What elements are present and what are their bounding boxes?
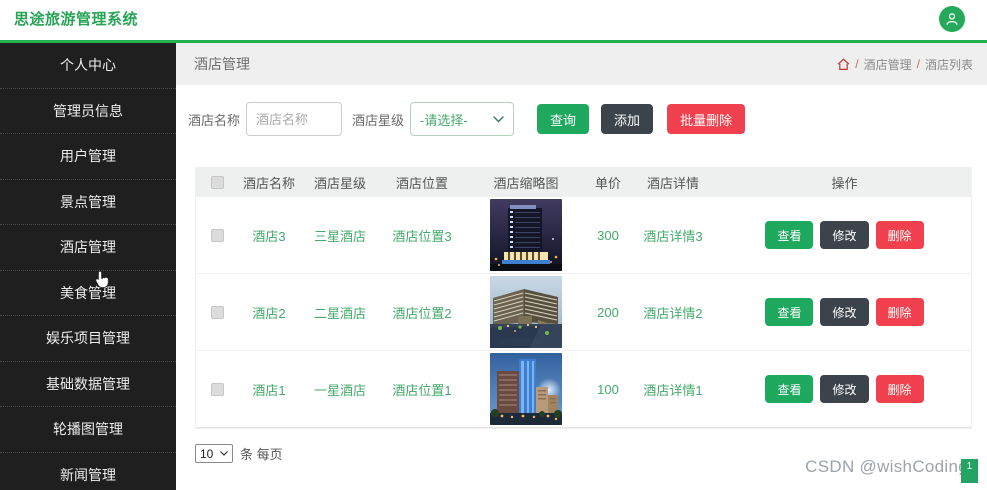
search-button[interactable]: 查询 xyxy=(537,104,590,134)
top-header-bar: 思途旅游管理系统 xyxy=(0,0,987,43)
delete-button[interactable]: 删除 xyxy=(875,298,924,326)
table-row: 酒店2 二星酒店 酒店位置2 200 酒店详情2 查看 修改 删除 xyxy=(196,274,971,351)
hotel-name-cell: 酒店2 xyxy=(252,305,286,321)
page-title: 酒店管理 xyxy=(194,56,250,72)
breadcrumb-item-hotel-list[interactable]: 酒店列表 xyxy=(925,56,973,73)
sidebar-item-profile[interactable]: 个人中心 xyxy=(0,43,176,89)
hotel-location-cell: 酒店位置1 xyxy=(392,382,452,398)
table-row: 酒店3 三星酒店 酒店位置3 300 酒店详情3 查看 修改 删除 xyxy=(196,197,971,274)
col-header-star: 酒店星级 xyxy=(313,175,366,191)
page-size-suffix: 条 每页 xyxy=(240,447,283,462)
hotel-location-cell: 酒店位置2 xyxy=(392,305,452,321)
row-checkbox[interactable] xyxy=(210,228,224,242)
sidebar-item-users[interactable]: 用户管理 xyxy=(0,134,176,180)
breadcrumb-item-hotel-mgmt[interactable]: 酒店管理 xyxy=(864,56,912,73)
table-header-row: 酒店名称 酒店星级 酒店位置 酒店缩略图 单价 酒店详情 操作 xyxy=(196,167,971,197)
breadcrumb-separator: / xyxy=(916,57,920,71)
hotel-table: 酒店名称 酒店星级 酒店位置 酒店缩略图 单价 酒店详情 操作 酒店3 三星酒店… xyxy=(195,167,972,429)
app-title: 思途旅游管理系统 xyxy=(14,11,139,28)
user-icon xyxy=(946,12,958,25)
view-button[interactable]: 查看 xyxy=(765,221,814,249)
col-header-detail: 酒店详情 xyxy=(646,175,699,191)
chevron-down-icon xyxy=(220,451,228,456)
hotel-star-cell: 二星酒店 xyxy=(313,305,366,321)
breadcrumb-bar: 酒店管理 / 酒店管理 / 酒店列表 xyxy=(176,43,987,85)
hotel-name-label: 酒店名称 xyxy=(188,112,241,128)
row-checkbox[interactable] xyxy=(210,382,224,396)
add-button[interactable]: 添加 xyxy=(601,104,654,134)
hotel-star-cell: 三星酒店 xyxy=(313,228,366,244)
sidebar-item-carousel[interactable]: 轮播图管理 xyxy=(0,407,176,453)
hotel-detail-cell: 酒店详情1 xyxy=(643,382,703,398)
breadcrumb-separator: / xyxy=(855,57,859,71)
hotel-detail-cell: 酒店详情2 xyxy=(643,305,703,321)
sidebar-item-basic-data[interactable]: 基础数据管理 xyxy=(0,362,176,407)
user-avatar-button[interactable] xyxy=(939,5,965,32)
sidebar-item-label: 管理员信息 xyxy=(53,102,123,119)
table-row: 酒店1 一星酒店 酒店位置1 100 酒店详情1 查看 修改 删除 xyxy=(196,351,971,428)
delete-button[interactable]: 删除 xyxy=(875,375,924,403)
watermark-text: CSDN @wishCoding xyxy=(805,457,968,476)
hotel-price-cell: 300 xyxy=(597,227,619,243)
batch-delete-button[interactable]: 批量删除 xyxy=(667,104,746,134)
hotel-star-label: 酒店星级 xyxy=(352,112,405,128)
hotel-location-cell: 酒店位置3 xyxy=(392,228,452,244)
sidebar-item-label: 景点管理 xyxy=(60,193,116,210)
hotel-detail-cell: 酒店详情3 xyxy=(643,228,703,244)
hotel-name-cell: 酒店3 xyxy=(252,228,286,244)
breadcrumb: / 酒店管理 / 酒店列表 xyxy=(837,56,973,73)
sidebar-item-label: 美食管理 xyxy=(60,284,116,301)
hotel-star-select[interactable]: -请选择- xyxy=(410,102,515,136)
page-size-value: 10 xyxy=(200,446,214,461)
hotel-star-cell: 一星酒店 xyxy=(313,382,366,398)
sidebar-item-food[interactable]: 美食管理 xyxy=(0,271,176,316)
home-icon[interactable] xyxy=(837,57,850,71)
watermark: CSDN @wishCoding 1 xyxy=(805,457,978,483)
sidebar-item-attractions[interactable]: 景点管理 xyxy=(0,180,176,225)
row-checkbox[interactable] xyxy=(210,305,224,319)
view-button[interactable]: 查看 xyxy=(765,375,814,403)
hotel-name-input[interactable] xyxy=(246,102,343,136)
watermark-badge: 1 xyxy=(961,459,978,483)
col-header-name: 酒店名称 xyxy=(242,175,295,191)
sidebar-item-hotels[interactable]: 酒店管理 xyxy=(0,225,176,271)
hotel-name-cell: 酒店1 xyxy=(252,382,286,398)
chevron-down-icon xyxy=(493,115,504,122)
select-all-checkbox[interactable] xyxy=(210,175,224,189)
view-button[interactable]: 查看 xyxy=(765,298,814,326)
edit-button[interactable]: 修改 xyxy=(820,298,869,326)
hotel-price-cell: 100 xyxy=(597,381,619,397)
edit-button[interactable]: 修改 xyxy=(820,375,869,403)
hotel-star-select-value: -请选择- xyxy=(420,112,468,128)
hotel-thumbnail-image xyxy=(490,353,562,425)
col-header-price: 单价 xyxy=(594,175,621,191)
sidebar-item-label: 用户管理 xyxy=(60,148,116,165)
sidebar-item-news[interactable]: 新闻管理 xyxy=(0,453,176,490)
main-content: 酒店管理 / 酒店管理 / 酒店列表 酒店名称 酒店星级 -请选择- 查询 添加 xyxy=(176,43,987,490)
filter-toolbar: 酒店名称 酒店星级 -请选择- 查询 添加 批量删除 xyxy=(188,102,987,136)
hotel-thumbnail-image xyxy=(490,276,562,348)
col-header-location: 酒店位置 xyxy=(395,175,448,191)
sidebar-item-label: 娱乐项目管理 xyxy=(46,330,130,347)
col-header-thumb: 酒店缩略图 xyxy=(493,175,559,191)
sidebar-item-label: 基础数据管理 xyxy=(46,375,130,392)
hotel-price-cell: 200 xyxy=(597,304,619,320)
sidebar-item-label: 轮播图管理 xyxy=(53,421,123,438)
col-header-actions: 操作 xyxy=(831,175,858,191)
hotel-thumbnail-image xyxy=(490,199,562,271)
sidebar-item-admin-info[interactable]: 管理员信息 xyxy=(0,89,176,134)
sidebar-item-entertainment[interactable]: 娱乐项目管理 xyxy=(0,316,176,362)
sidebar-item-label: 新闻管理 xyxy=(60,466,116,483)
sidebar-nav: 个人中心 管理员信息 用户管理 景点管理 酒店管理 美食管理 娱乐项目管理 基础… xyxy=(0,43,176,490)
sidebar-item-label: 酒店管理 xyxy=(60,239,116,256)
delete-button[interactable]: 删除 xyxy=(875,221,924,249)
edit-button[interactable]: 修改 xyxy=(820,221,869,249)
page-size-select[interactable]: 10 xyxy=(195,444,233,463)
sidebar-item-label: 个人中心 xyxy=(60,57,116,74)
